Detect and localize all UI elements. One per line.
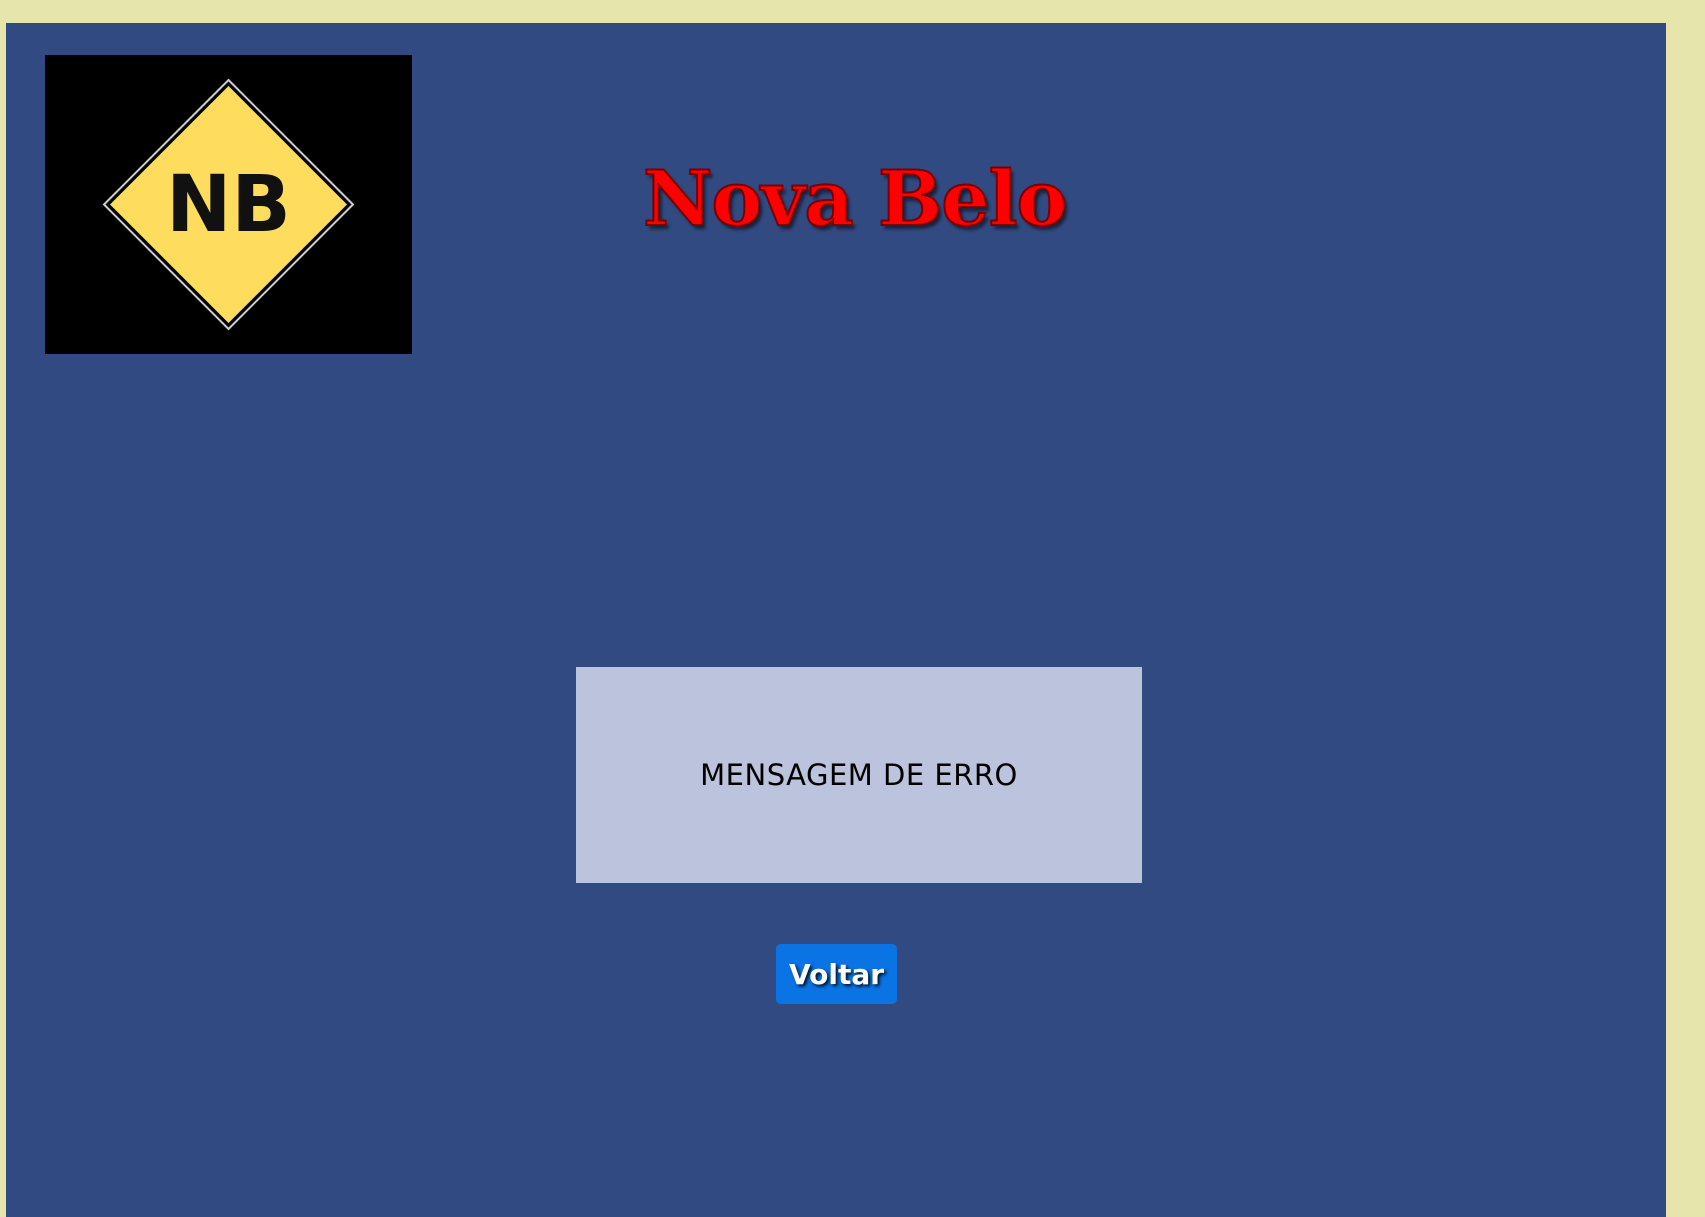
nb-logo: NB	[45, 55, 412, 354]
svg-text:NB: NB	[166, 160, 291, 250]
error-message-text: MENSAGEM DE ERRO	[700, 758, 1018, 792]
main-panel: NB Nova Belo MENSAGEM DE ERRO Voltar	[6, 23, 1666, 1217]
error-message-box: MENSAGEM DE ERRO	[576, 667, 1142, 883]
nb-diamond-logo-icon: NB	[45, 55, 412, 354]
back-button[interactable]: Voltar	[776, 944, 897, 1004]
site-title: Nova Belo	[642, 154, 1068, 243]
